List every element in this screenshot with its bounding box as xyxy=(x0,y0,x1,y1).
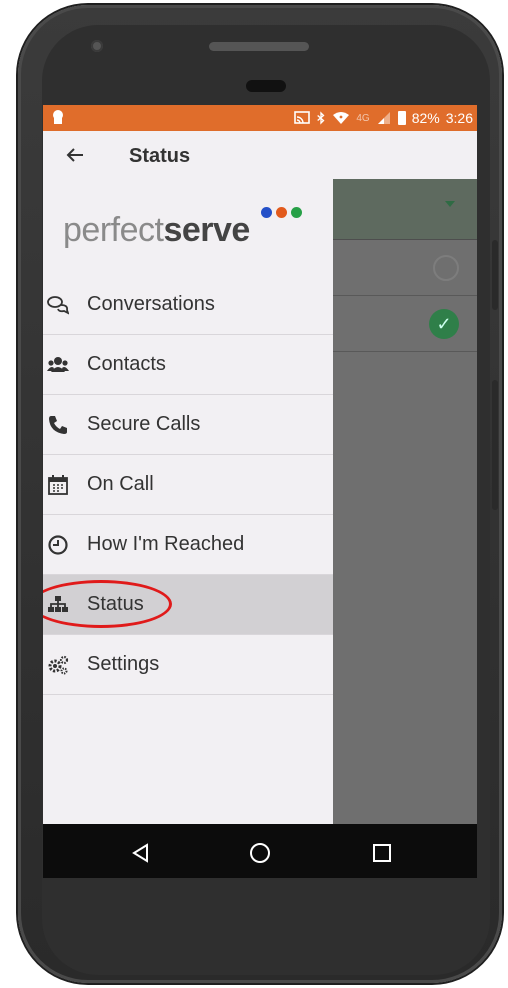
power-button xyxy=(492,380,498,510)
bluetooth-icon xyxy=(317,111,325,125)
recents-square-icon[interactable] xyxy=(370,841,394,865)
menu-item-status[interactable]: Status xyxy=(43,575,333,635)
menu-item-conversations[interactable]: Conversations xyxy=(43,275,333,335)
logo-text-light: perfect xyxy=(63,211,164,249)
navigation-drawer: perfectserve Conversations Contacts Secu… xyxy=(43,179,333,824)
front-camera xyxy=(91,40,103,52)
app-bar: Status xyxy=(43,131,477,179)
radio-unselected-icon xyxy=(433,255,459,281)
status-bar: 4G 82% 3:26 xyxy=(43,105,477,131)
earpiece-speaker xyxy=(209,42,309,51)
menu-item-settings[interactable]: Settings xyxy=(43,635,333,695)
chevron-down-icon xyxy=(445,201,455,207)
page-title: Status xyxy=(129,145,191,167)
menu-item-secure-calls[interactable]: Secure Calls xyxy=(43,395,333,455)
menu-item-label: Settings xyxy=(87,653,160,675)
home-circle-icon[interactable] xyxy=(248,841,272,865)
chat-bubbles-icon xyxy=(47,294,69,316)
volume-button xyxy=(492,240,498,310)
drawer-menu: Conversations Contacts Secure Calls On C… xyxy=(43,275,333,695)
logo-dot-green xyxy=(291,207,302,218)
status-option-row[interactable] xyxy=(333,239,477,296)
highlight-circle xyxy=(43,580,172,628)
network-type: 4G xyxy=(356,112,370,124)
logo-dot-orange xyxy=(276,207,287,218)
signal-icon xyxy=(377,112,390,124)
users-icon xyxy=(47,354,69,376)
wifi-icon xyxy=(333,112,350,124)
clock-time: 3:26 xyxy=(445,110,473,126)
proximity-sensor xyxy=(246,80,286,92)
menu-item-label: Conversations xyxy=(87,293,215,315)
perfectserve-logo: perfectserve xyxy=(63,197,323,257)
arrow-left-icon[interactable] xyxy=(63,143,87,167)
status-option-row[interactable]: ✓ xyxy=(333,295,477,352)
cast-icon xyxy=(294,111,311,124)
clock-icon xyxy=(47,534,69,556)
dimmed-status-content: ✓ xyxy=(333,179,477,878)
battery-percent: 82% xyxy=(411,110,440,126)
menu-item-contacts[interactable]: Contacts xyxy=(43,335,333,395)
phone-screen: 4G 82% 3:26 Status ✓ perfectserve Conver… xyxy=(43,105,477,878)
menu-item-how-im-reached[interactable]: How I'm Reached xyxy=(43,515,333,575)
menu-item-label: How I'm Reached xyxy=(87,533,245,555)
phone-icon xyxy=(47,414,69,436)
logo-dot-blue xyxy=(261,207,272,218)
back-triangle-icon[interactable] xyxy=(129,841,153,865)
battery-icon xyxy=(397,111,406,125)
logo-text-bold: serve xyxy=(163,211,250,249)
app-notification-icon xyxy=(53,110,63,124)
checkmark-icon: ✓ xyxy=(429,309,459,339)
menu-item-on-call[interactable]: On Call xyxy=(43,455,333,515)
menu-item-label: Secure Calls xyxy=(87,413,201,435)
menu-item-label: On Call xyxy=(87,473,154,495)
calendar-icon xyxy=(47,474,69,496)
gears-icon xyxy=(47,654,69,676)
menu-item-label: Contacts xyxy=(87,353,166,375)
android-nav-bar xyxy=(43,824,477,878)
status-dropdown[interactable] xyxy=(333,179,477,240)
